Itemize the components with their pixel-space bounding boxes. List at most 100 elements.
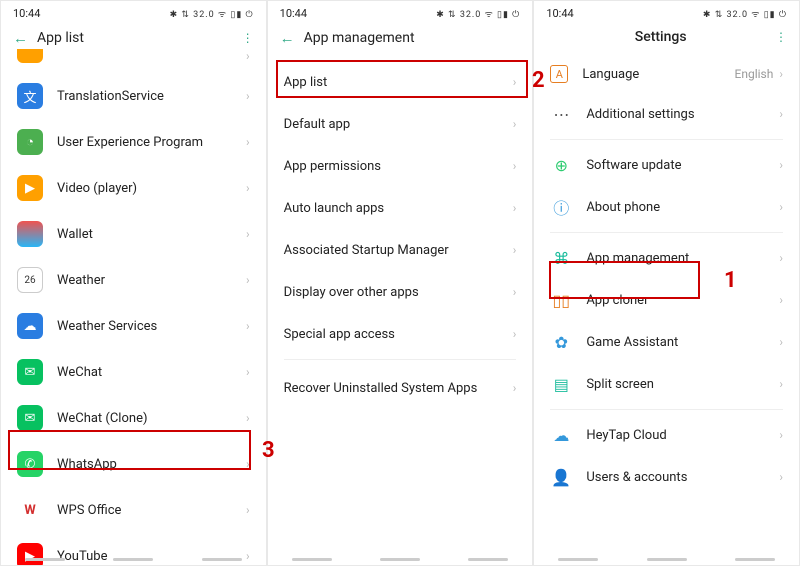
row-value: English [735, 67, 774, 81]
row-label: Special app access [284, 327, 513, 342]
nav-bar [1, 558, 266, 561]
divider [550, 409, 783, 410]
app-label: Weather [57, 273, 246, 288]
status-icons: ✱ ⇅ 32.0 ᯤ ▯▮ ⏻ [436, 7, 520, 20]
chevron-right-icon: › [246, 49, 250, 63]
list-item[interactable]: ◔ User Experience Program › [1, 119, 266, 165]
row-label: Associated Startup Manager [284, 243, 513, 258]
row-cloud[interactable]: ☁ HeyTap Cloud › [534, 414, 799, 456]
more-icon: ⋯ [550, 103, 572, 125]
app-list: › 文 TranslationService › ◔ User Experien… [1, 49, 266, 566]
chevron-right-icon: › [513, 159, 517, 173]
list-item[interactable]: ✉ WeChat (Clone) › [1, 395, 266, 441]
row-split-screen[interactable]: ▤ Split screen › [534, 363, 799, 405]
list-item[interactable]: ▶ Video (player) › [1, 165, 266, 211]
app-label: WeChat (Clone) [57, 411, 246, 426]
split-icon: ▤ [550, 373, 572, 395]
chevron-right-icon: › [513, 201, 517, 215]
nav-bar [534, 558, 799, 561]
page-title: App management [304, 30, 415, 46]
app-label: WeChat [57, 365, 246, 380]
list-item[interactable]: Default app › [268, 103, 533, 145]
list-item[interactable]: Display over other apps › [268, 271, 533, 313]
app-label: User Experience Program [57, 135, 246, 150]
chevron-right-icon: › [513, 327, 517, 341]
app-icon: 26 [17, 267, 43, 293]
row-app-management[interactable]: ⌘ App management › [534, 237, 799, 279]
app-icon: ◔ [17, 129, 43, 155]
row-label: App management [586, 251, 779, 266]
row-recover[interactable]: Recover Uninstalled System Apps › [268, 364, 533, 406]
chevron-right-icon: › [513, 285, 517, 299]
row-users[interactable]: 👤 Users & accounts › [534, 456, 799, 498]
step-number-3: 3 [262, 438, 275, 463]
list-item[interactable]: ☁ Weather Services › [1, 303, 266, 349]
chevron-right-icon: › [779, 377, 783, 391]
nav-pill[interactable] [647, 558, 687, 561]
row-about[interactable]: ⓘ About phone › [534, 186, 799, 228]
nav-pill[interactable] [113, 558, 153, 561]
page-title: Settings [546, 29, 775, 45]
app-icon: ☁ [17, 313, 43, 339]
nav-pill[interactable] [292, 558, 332, 561]
app-label: WPS Office [57, 503, 246, 518]
row-label: Additional settings [586, 107, 779, 122]
row-label: Split screen [586, 377, 779, 392]
row-label: Game Assistant [586, 335, 779, 350]
row-label: Language [582, 67, 734, 82]
status-time: 10:44 [546, 7, 573, 20]
menu-icon[interactable]: ⋮ [242, 31, 254, 45]
app-icon [17, 221, 43, 247]
row-software-update[interactable]: ⊕ Software update › [534, 144, 799, 186]
row-app-list[interactable]: App list › [268, 61, 533, 103]
nav-pill[interactable] [468, 558, 508, 561]
row-label: About phone [586, 200, 779, 215]
divider [284, 359, 517, 360]
status-icons: ✱ ⇅ 32.0 ᯤ ▯▮ ⏻ [703, 7, 787, 20]
list-item[interactable]: Auto launch apps › [268, 187, 533, 229]
list-item[interactable]: Wallet › [1, 211, 266, 257]
chevron-right-icon: › [779, 107, 783, 121]
app-label: TranslationService [57, 89, 246, 104]
chevron-right-icon: › [779, 428, 783, 442]
pane-app-management: 10:44 ✱ ⇅ 32.0 ᯤ ▯▮ ⏻ ← App management A… [267, 0, 534, 566]
row-label: Auto launch apps [284, 201, 513, 216]
list-item[interactable]: Special app access › [268, 313, 533, 355]
header: Settings ⋮ [534, 23, 799, 55]
list-item-whatsapp[interactable]: ✆ WhatsApp › [1, 441, 266, 487]
row-language[interactable]: A Language English › [534, 55, 799, 93]
app-icon: ✉ [17, 359, 43, 385]
list-item[interactable]: › [1, 49, 266, 73]
chevron-right-icon: › [246, 135, 250, 149]
list-item[interactable]: W WPS Office › [1, 487, 266, 533]
menu-icon[interactable]: ⋮ [775, 30, 787, 44]
row-additional[interactable]: ⋯ Additional settings › [534, 93, 799, 135]
row-game-assistant[interactable]: ✿ Game Assistant › [534, 321, 799, 363]
divider [550, 139, 783, 140]
status-icons: ✱ ⇅ 32.0 ᯤ ▯▮ ⏻ [170, 7, 254, 20]
chevron-right-icon: › [779, 470, 783, 484]
row-label: Display over other apps [284, 285, 513, 300]
row-label: HeyTap Cloud [586, 428, 779, 443]
back-icon[interactable]: ← [13, 29, 31, 47]
list-item[interactable]: App permissions › [268, 145, 533, 187]
cloner-icon: ▯▯ [550, 289, 572, 311]
nav-pill[interactable] [202, 558, 242, 561]
list-item[interactable]: 文 TranslationService › [1, 73, 266, 119]
chevron-right-icon: › [513, 243, 517, 257]
list-item[interactable]: Associated Startup Manager › [268, 229, 533, 271]
app-icon: ▶ [17, 543, 43, 566]
chevron-right-icon: › [246, 457, 250, 471]
nav-pill[interactable] [380, 558, 420, 561]
list-item[interactable]: ▶ YouTube › [1, 533, 266, 566]
chevron-right-icon: › [513, 75, 517, 89]
back-icon[interactable]: ← [280, 29, 298, 47]
nav-pill[interactable] [25, 558, 65, 561]
list-item[interactable]: ✉ WeChat › [1, 349, 266, 395]
chevron-right-icon: › [513, 117, 517, 131]
list-item[interactable]: 26 Weather › [1, 257, 266, 303]
row-app-cloner[interactable]: ▯▯ App cloner › [534, 279, 799, 321]
chevron-right-icon: › [246, 365, 250, 379]
nav-pill[interactable] [735, 558, 775, 561]
nav-pill[interactable] [558, 558, 598, 561]
